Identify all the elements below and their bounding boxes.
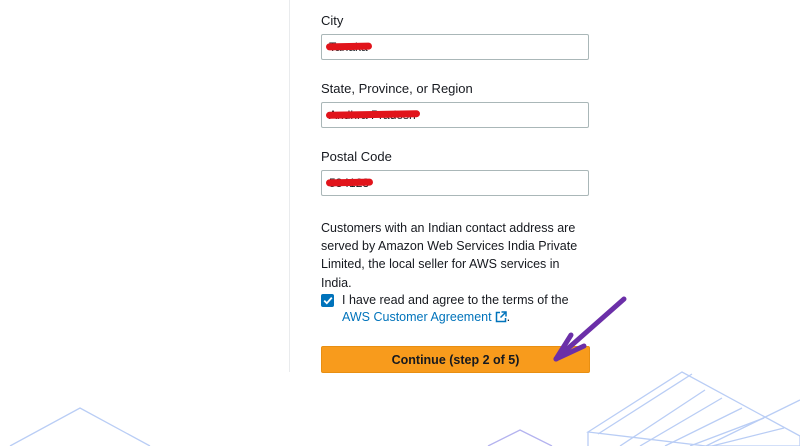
india-seller-notice: Customers with an Indian contact address… xyxy=(321,221,578,290)
redaction-mark xyxy=(325,178,374,187)
checkmark-icon xyxy=(323,297,332,305)
external-link-icon xyxy=(495,311,507,328)
signup-form: City Tanaka State, Province, or Region A… xyxy=(0,0,800,446)
agreement-text: I have read and agree to the terms of th… xyxy=(342,293,569,307)
state-label: State, Province, or Region xyxy=(321,81,473,96)
aws-customer-agreement-link[interactable]: AWS Customer Agreement xyxy=(342,310,507,324)
state-field[interactable]: Andhra Pradesh xyxy=(321,102,589,128)
continue-button[interactable]: Continue (step 2 of 5) xyxy=(321,346,590,373)
agreement-checkbox[interactable] xyxy=(321,294,334,307)
city-label: City xyxy=(321,13,344,28)
redaction-mark xyxy=(325,42,372,51)
postal-code-field[interactable]: 534123 xyxy=(321,170,589,196)
city-field[interactable]: Tanaka xyxy=(321,34,589,60)
column-divider xyxy=(289,0,290,372)
agreement-link-label: AWS Customer Agreement xyxy=(342,310,492,324)
agreement-suffix: . xyxy=(506,310,511,324)
postal-code-label: Postal Code xyxy=(321,149,392,164)
